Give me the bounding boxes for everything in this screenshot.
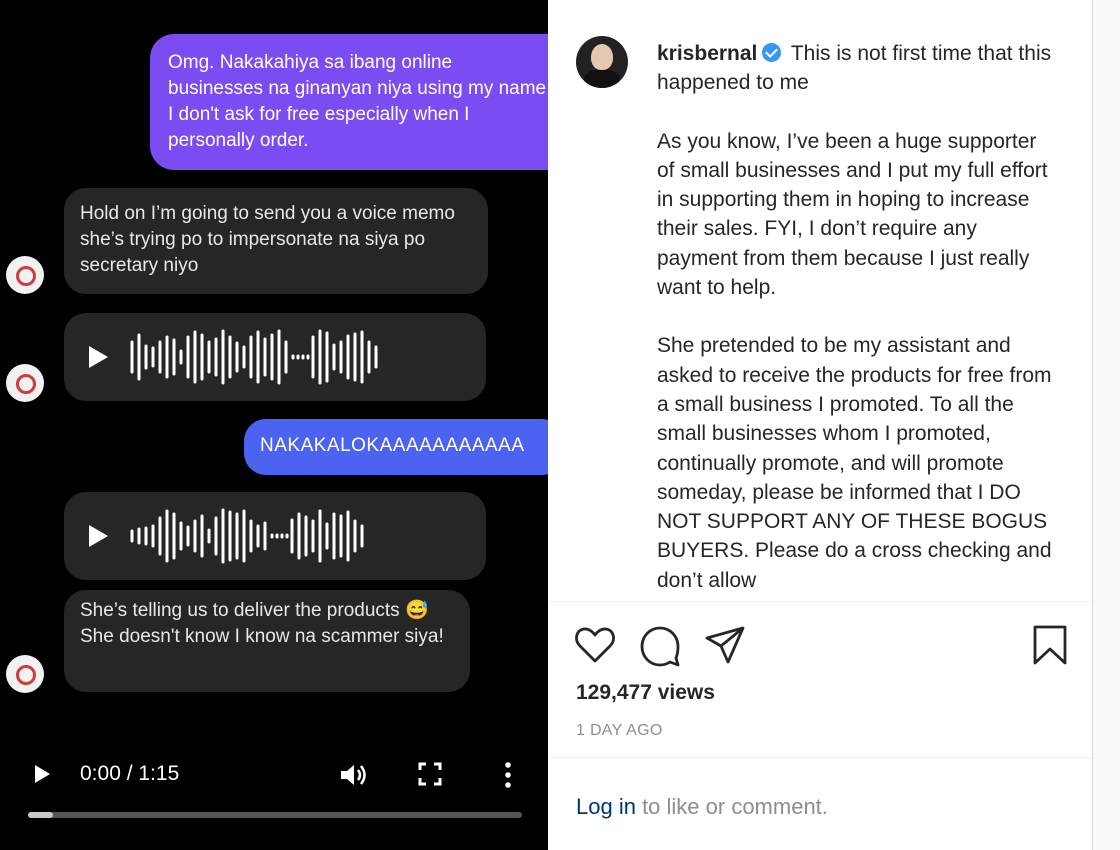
video-player[interactable]: Omg. Nakakahiya sa ibang online business… [0,0,548,850]
grinning-sweat-emoji: 😅 [404,600,429,621]
sender-avatar [6,364,44,402]
message-text: Omg. Nakakahiya sa ibang online business… [168,52,548,151]
view-count[interactable]: 129,477 views [576,681,715,705]
more-icon[interactable] [500,760,516,790]
heart-icon[interactable] [574,625,616,665]
video-progress-bar[interactable] [28,812,522,818]
username-link[interactable]: krisbernal [657,42,757,65]
post-date[interactable]: 1 DAY AGO [576,722,663,740]
divider [548,757,1092,758]
message-text: Hold on I’m going to send you a voice me… [80,203,455,276]
divider [548,601,1092,602]
waveform-icon [130,508,364,564]
caption-paragraph: She pretended to be my assistant and ask… [657,334,1052,587]
video-controls: 0:00 / 1:15 [0,748,548,808]
play-icon [89,346,108,368]
message-text: She doesn't know I know na scammer siya! [80,626,444,647]
voice-memo [64,313,486,401]
share-icon[interactable] [704,625,746,665]
message-text: NAKAKALOKAAAAAAAAAAA [260,435,525,456]
login-prompt-text: to like or comment. [635,794,828,819]
sender-avatar [6,256,44,294]
play-button[interactable] [35,765,50,783]
page-background-strip [1093,0,1120,850]
fullscreen-icon[interactable] [418,762,442,786]
post-caption: krisbernal This is not first time that t… [657,39,1057,587]
voice-memo [64,492,486,580]
caption-paragraph: As you know, I’ve been a huge supporter … [657,129,1048,300]
verified-icon [762,43,782,62]
chat-bubble-incoming: Hold on I’m going to send you a voice me… [64,188,488,294]
sender-avatar [6,655,44,693]
video-progress-fill [28,812,53,818]
message-text: She’s telling us to deliver the products [80,600,405,621]
comment-icon[interactable] [639,625,681,667]
waveform-icon [130,329,378,385]
post-panel: krisbernal This is not first time that t… [548,0,1093,850]
chat-bubble-outgoing: NAKAKALOKAAAAAAAAAAA [244,419,548,475]
video-time: 0:00 / 1:15 [80,762,180,785]
profile-avatar[interactable] [576,36,628,88]
chat-bubble-incoming: She’s telling us to deliver the products… [64,590,470,692]
bookmark-icon[interactable] [1030,624,1070,666]
play-icon [89,525,108,547]
chat-bubble-outgoing: Omg. Nakakahiya sa ibang online business… [150,34,548,170]
login-prompt: Log in to like or comment. [576,794,828,820]
login-link[interactable]: Log in [576,794,636,819]
previous-bubble-edge [270,0,548,36]
volume-icon[interactable] [338,760,368,790]
